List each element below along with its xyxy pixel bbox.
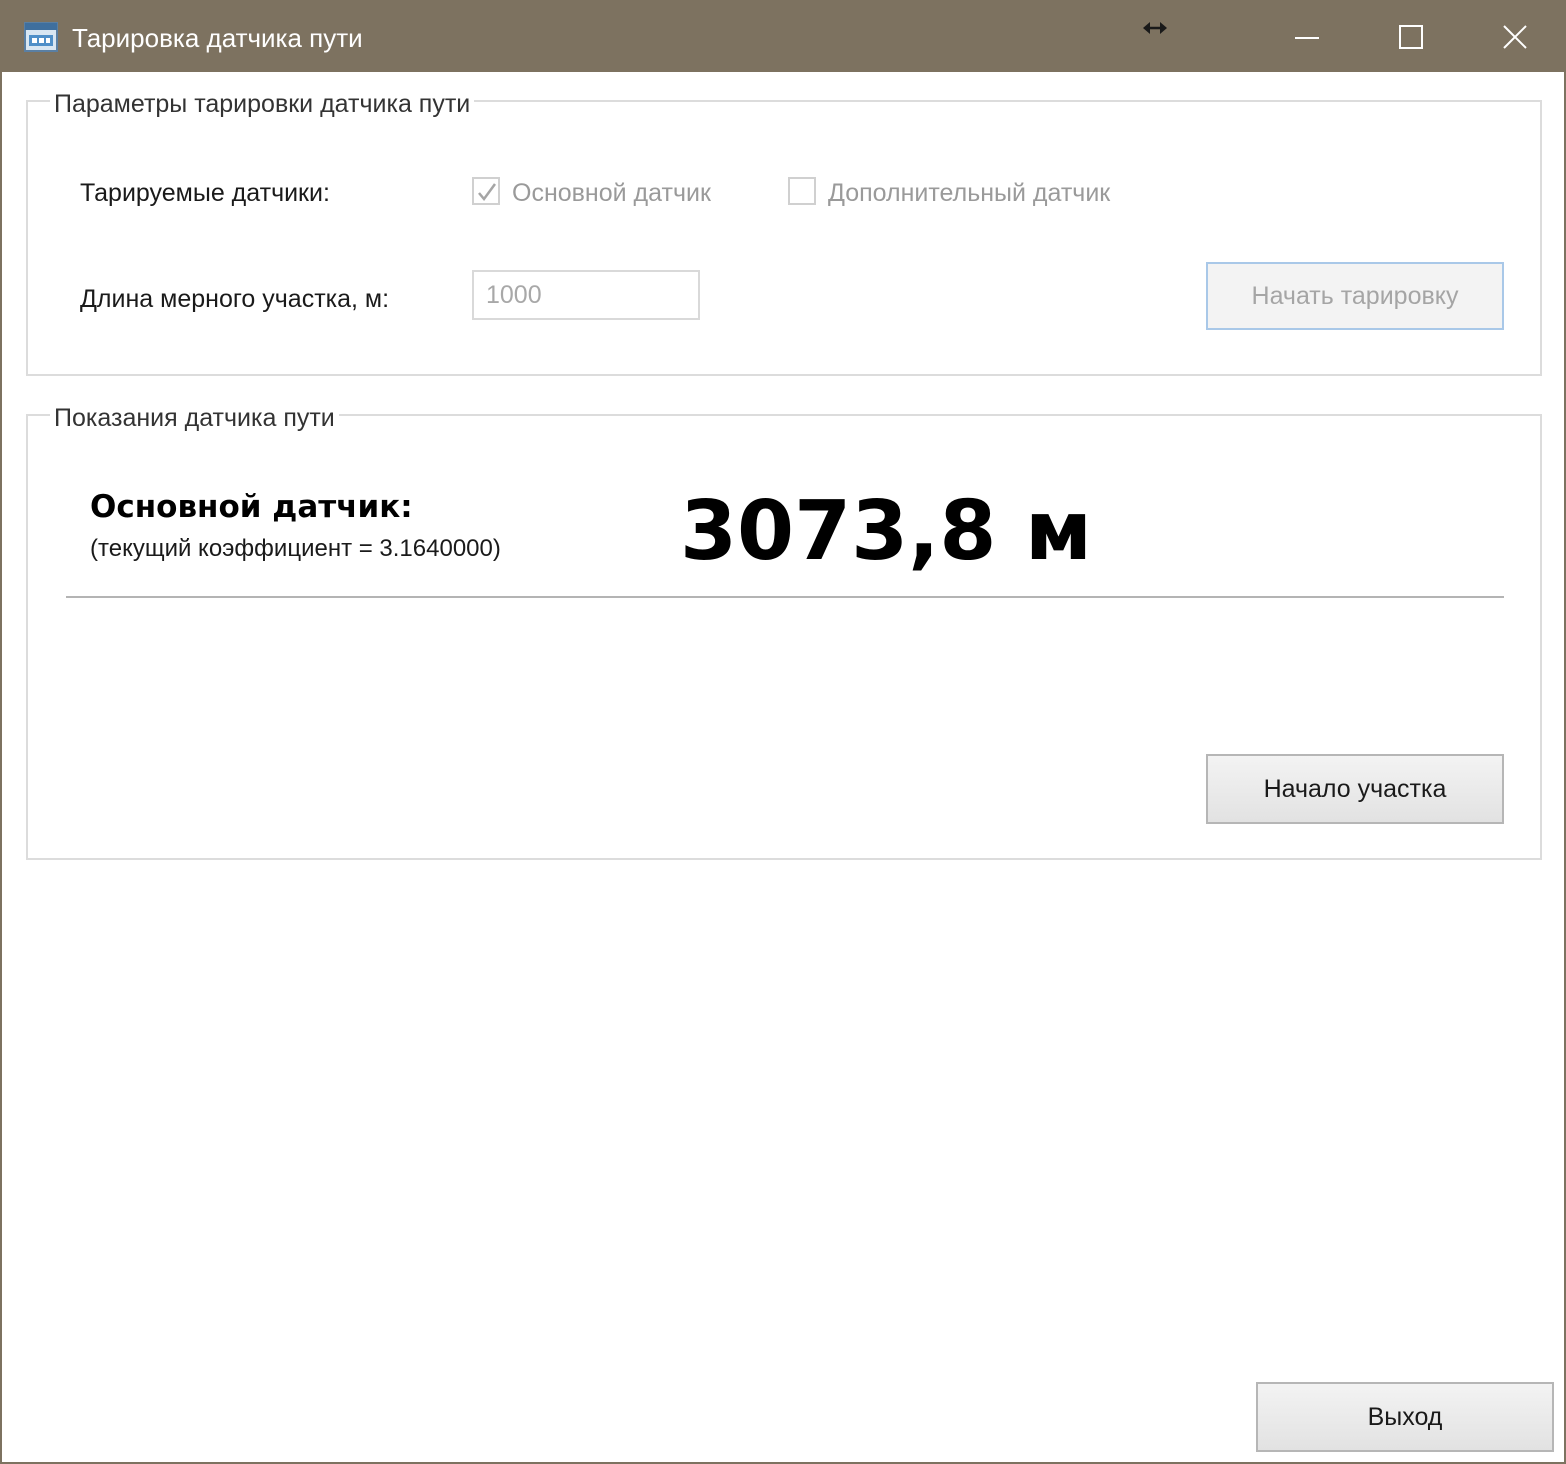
exit-button[interactable]: Выход: [1256, 1382, 1554, 1452]
calibration-window: Тарировка датчика пути Параметры тариров…: [0, 0, 1566, 1464]
extra-sensor-label[interactable]: Дополнительный датчик: [828, 178, 1110, 208]
main-sensor-title: Основной датчик:: [90, 489, 413, 525]
check-icon: [478, 183, 497, 202]
resize-horizontal-icon: [1142, 18, 1168, 38]
distance-value: 3073,8 м: [680, 484, 1093, 579]
start-calibration-button[interactable]: Начать тарировку: [1206, 262, 1504, 330]
window-title: Тарировка датчика пути: [72, 23, 363, 53]
title-bar[interactable]: Тарировка датчика пути: [2, 2, 1564, 72]
main-sensor-label[interactable]: Основной датчик: [512, 178, 711, 208]
calibration-params-group: [26, 100, 1542, 376]
maximize-icon: [1399, 25, 1423, 49]
sensors-label: Тарируемые датчики:: [80, 179, 330, 207]
extra-sensor-checkbox[interactable]: [788, 177, 816, 205]
section-start-button[interactable]: Начало участка: [1206, 754, 1504, 824]
maximize-button[interactable]: [1360, 2, 1460, 72]
length-input[interactable]: [472, 270, 700, 320]
length-label: Длина мерного участка, м:: [80, 285, 390, 313]
coefficient-text: (текущий коэффициент = 3.1640000): [90, 535, 501, 562]
close-button[interactable]: [1464, 2, 1564, 72]
readings-separator: [66, 596, 1504, 598]
main-sensor-checkbox[interactable]: [472, 177, 500, 205]
close-icon: [1503, 25, 1527, 49]
minimize-icon: [1295, 37, 1319, 39]
readings-legend: Показания датчика пути: [50, 403, 339, 433]
app-window-icon: [24, 22, 58, 52]
minimize-button[interactable]: [1256, 2, 1356, 72]
calibration-params-legend: Параметры тарировки датчика пути: [50, 89, 475, 119]
